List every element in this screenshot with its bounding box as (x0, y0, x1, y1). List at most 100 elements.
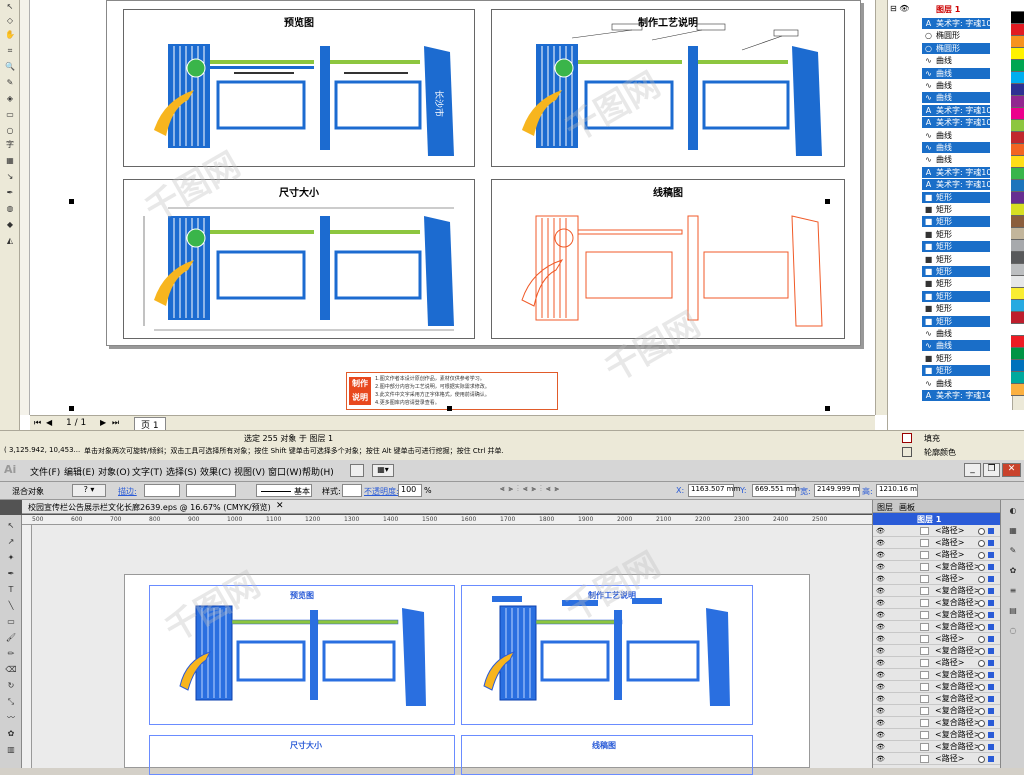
menu-item[interactable]: 选择(S) (166, 465, 197, 478)
object-item[interactable]: ■ 矩形 (922, 315, 990, 327)
layer-row[interactable]: 👁 <复合路径> (873, 717, 1001, 729)
menu-item[interactable]: 文字(T) (132, 465, 163, 478)
target-icon[interactable] (978, 528, 985, 535)
selection-square-icon[interactable] (988, 564, 994, 570)
height-label[interactable]: 高: (862, 486, 873, 497)
object-item[interactable]: ∿ 曲线 (922, 340, 990, 352)
layer-row[interactable]: 👁 <复合路径> (873, 741, 1001, 753)
target-icon[interactable] (978, 732, 985, 739)
target-icon[interactable] (978, 696, 985, 703)
shape-tool-icon[interactable]: ◇ (3, 16, 17, 26)
layer-row[interactable]: 👁 <路径> (873, 537, 1001, 549)
eraser-tool-icon[interactable]: ⌫ (4, 665, 18, 675)
selection-square-icon[interactable] (988, 720, 994, 726)
target-icon[interactable] (978, 648, 985, 655)
eye-icon[interactable]: 👁 (876, 731, 885, 739)
eye-icon[interactable]: 👁 (876, 659, 885, 667)
dimension-tool-icon[interactable]: ↘ (3, 172, 17, 182)
width-label[interactable]: 宽: (800, 486, 811, 497)
selection-square-icon[interactable] (988, 744, 994, 750)
object-item[interactable]: ○ 椭圆形 (922, 42, 990, 54)
eye-icon[interactable]: 👁 (876, 611, 885, 619)
smart-fill-icon[interactable]: ◈ (3, 94, 17, 104)
close-button[interactable]: ✕ (1002, 463, 1021, 477)
object-item[interactable]: ∿ 曲线 (922, 55, 990, 66)
object-item[interactable]: ■ 矩形 (922, 229, 990, 240)
artboard-panel-c[interactable]: 尺寸大小 (149, 735, 455, 775)
color-swatch[interactable] (1011, 348, 1024, 360)
color-swatch[interactable] (1011, 336, 1024, 348)
fill-select[interactable]: ? ▾ (72, 484, 106, 497)
layer-row[interactable]: 👁 <路径> (873, 525, 1001, 537)
gradient-panel-icon[interactable]: ▤ (1006, 606, 1020, 616)
object-item[interactable]: ■ 矩形 (922, 365, 990, 377)
object-item[interactable]: ∿ 曲线 (922, 378, 990, 389)
pen-tool-icon[interactable]: ✒ (4, 569, 18, 579)
object-item[interactable]: ■ 矩形 (922, 353, 990, 364)
tab-artboards[interactable]: 画板 (899, 502, 915, 513)
selection-square-icon[interactable] (988, 672, 994, 678)
object-item[interactable]: A 美术字: 字魂105号 (922, 166, 990, 178)
table-tool-icon[interactable]: ▦ (3, 156, 17, 166)
selection-square-icon[interactable] (988, 624, 994, 630)
color-panel-icon[interactable]: ◐ (1006, 506, 1020, 516)
stroke-panel-icon[interactable]: ≡ (1006, 586, 1020, 596)
object-item[interactable]: ■ 矩形 (922, 266, 990, 277)
pick-tool-icon[interactable]: ↖ (3, 2, 17, 12)
color-swatch[interactable] (1011, 372, 1024, 384)
color-swatch[interactable] (1011, 48, 1024, 60)
object-item[interactable]: ■ 矩形 (922, 191, 990, 203)
selection-handle[interactable] (447, 406, 452, 411)
eye-icon[interactable]: 👁 (876, 743, 885, 751)
color-swatch[interactable] (1011, 216, 1024, 228)
target-icon[interactable] (978, 744, 985, 751)
menu-item[interactable]: 效果(C) (200, 465, 231, 478)
object-item[interactable]: ∿ 曲线 (922, 328, 990, 339)
object-item[interactable]: ∿ 曲线 (922, 67, 990, 79)
selection-tool-icon[interactable]: ↖ (4, 521, 18, 531)
warp-tool-icon[interactable]: 〰 (4, 713, 18, 723)
selection-handle[interactable] (825, 406, 830, 411)
layer-row[interactable]: 👁 <复合路径> (873, 597, 1001, 609)
freehand-tool-icon[interactable]: ✎ (3, 78, 17, 88)
magic-wand-icon[interactable]: ✦ (4, 553, 18, 563)
target-icon[interactable] (978, 720, 985, 727)
last-page-icon[interactable]: ⏭ (112, 418, 119, 428)
menu-item[interactable]: 窗口(W) (268, 465, 302, 478)
object-item[interactable]: ∿ 曲线 (922, 142, 990, 153)
object-item[interactable]: A 美术字: 字魂143号 (922, 390, 990, 401)
eye-icon[interactable]: 👁 (876, 647, 885, 655)
color-swatch[interactable] (1011, 168, 1024, 180)
color-swatch[interactable] (1011, 204, 1024, 216)
color-swatch[interactable] (1011, 120, 1024, 132)
selection-square-icon[interactable] (988, 756, 994, 762)
menu-item[interactable]: 对象(O) (98, 465, 130, 478)
bridge-icon[interactable] (350, 464, 364, 477)
artboard-panel-a[interactable]: 预览图 (149, 585, 455, 725)
target-icon[interactable] (978, 540, 985, 547)
selection-square-icon[interactable] (988, 600, 994, 606)
color-swatch[interactable] (1011, 312, 1024, 324)
corel-drawing-canvas[interactable]: 预览图 长沙市 制作工艺说明 尺寸大小 线稿图 制作说明 1.图文作者本设计原创… (30, 0, 875, 415)
eye-icon[interactable]: 👁 (876, 707, 885, 715)
artboard-panel-b[interactable]: 制作工艺说明 (461, 585, 753, 725)
stroke-weight-input[interactable] (144, 484, 180, 497)
layer-visibility-icons[interactable]: ⊟ 👁 (890, 4, 920, 16)
eye-icon[interactable]: 👁 (876, 527, 885, 535)
layer-row[interactable]: 👁 <复合路径> (873, 585, 1001, 597)
layer-row[interactable]: 👁 <复合路径> (873, 645, 1001, 657)
eye-icon[interactable]: 👁 (876, 587, 885, 595)
color-swatch[interactable] (1011, 72, 1024, 84)
next-page-icon[interactable]: ▶ (100, 418, 106, 427)
eye-icon[interactable]: 👁 (876, 563, 885, 571)
layer-row[interactable]: 👁 <复合路径> (873, 561, 1001, 573)
menu-item[interactable]: 视图(V) (234, 465, 265, 478)
swatches-panel-icon[interactable]: ▦ (1006, 526, 1020, 536)
color-swatch[interactable] (1011, 156, 1024, 168)
color-swatch[interactable] (1011, 300, 1024, 312)
panel-wireframe[interactable]: 线稿图 (491, 179, 845, 339)
outline-tool-icon[interactable]: ◍ (3, 204, 17, 214)
layer-row[interactable]: 👁 <复合路径> (873, 669, 1001, 681)
target-icon[interactable] (978, 552, 985, 559)
zoom-tool-icon[interactable]: 🔍 (3, 62, 17, 72)
